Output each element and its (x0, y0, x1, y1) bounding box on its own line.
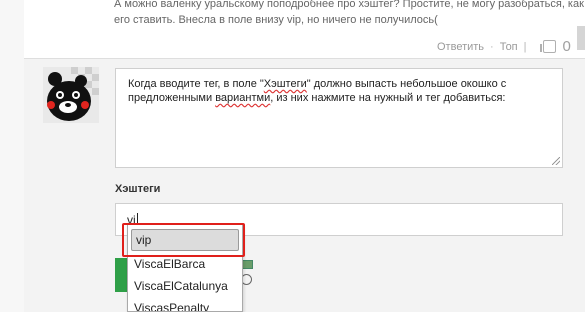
suggestion-item[interactable]: ViscaElCatalunya (128, 275, 242, 297)
left-margin (0, 0, 24, 312)
suggestion-item[interactable]: ViscasPenalty (128, 297, 242, 311)
avatar (43, 67, 99, 123)
separator-dot: | (523, 40, 527, 53)
scrollbar-thumb[interactable] (577, 26, 585, 50)
comment-text: Когда вводите тег, в поле "Хэштеги" долж… (128, 78, 507, 104)
top-link[interactable]: Топ (500, 41, 518, 53)
thumbs-up-icon[interactable] (539, 40, 556, 53)
like-count: 0 (562, 38, 571, 55)
bear-avatar-icon (43, 67, 99, 123)
previous-comment-card: А можно валенку уральскому поподробнее п… (24, 0, 585, 59)
resize-handle-icon[interactable] (552, 157, 560, 165)
hashtags-label: Хэштеги (115, 183, 161, 195)
annotation-highlight-box (122, 223, 245, 257)
separator-dot: · (490, 40, 494, 53)
comment-actions: Ответить · Топ | 0 (437, 38, 571, 55)
comment-textarea[interactable]: Когда вводите тег, в поле "Хэштеги" долж… (115, 68, 563, 168)
reply-link[interactable]: Ответить (437, 41, 484, 53)
previous-comment-text: А можно валенку уральскому поподробнее п… (114, 0, 584, 26)
